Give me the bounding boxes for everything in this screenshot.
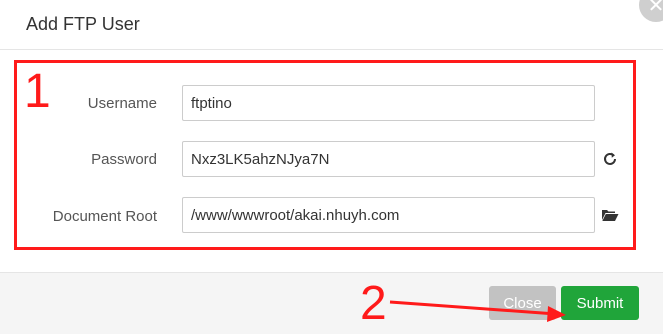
annotation-number-1: 1 [24, 65, 51, 118]
add-ftp-user-dialog: Add FTP User ✕ Username Password Documen… [0, 0, 663, 334]
dialog-header: Add FTP User [0, 0, 663, 50]
annotation-number-2: 2 [360, 277, 387, 330]
close-button[interactable]: Close [489, 286, 556, 320]
dialog-title: Add FTP User [26, 14, 140, 34]
submit-button[interactable]: Submit [561, 286, 639, 320]
annotation-box-1 [14, 60, 636, 250]
